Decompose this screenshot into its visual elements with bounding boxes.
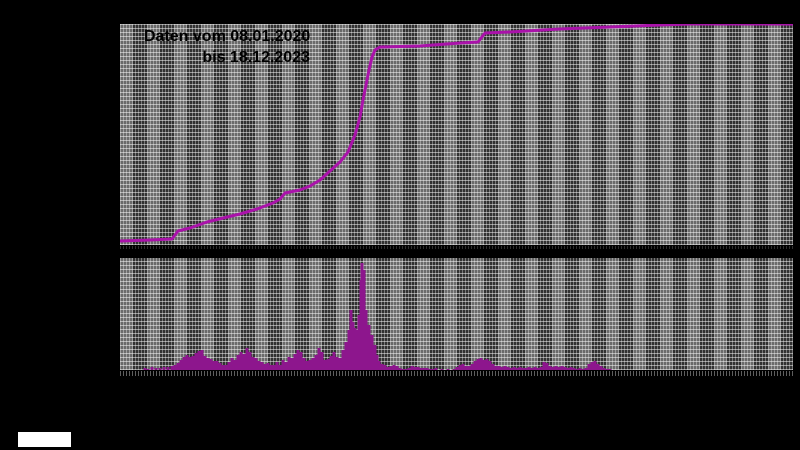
daily-bars (144, 263, 612, 370)
date-range-annotation: Daten vom 08.01.2020 bis 18.12.2023 (144, 26, 310, 68)
white-marker-square (18, 432, 71, 447)
daily-bars-panel (120, 258, 793, 370)
daily-bars-chart (120, 258, 793, 370)
bottom-axis-tick-strip (120, 371, 793, 376)
annotation-line-2: bis 18.12.2023 (144, 47, 310, 68)
chart-figure: Daten vom 08.01.2020 bis 18.12.2023 (0, 0, 800, 450)
annotation-line-1: Daten vom 08.01.2020 (144, 26, 310, 47)
top-axis-tick-strip (120, 246, 793, 249)
cumulative-line-panel: Daten vom 08.01.2020 bis 18.12.2023 (120, 24, 793, 245)
